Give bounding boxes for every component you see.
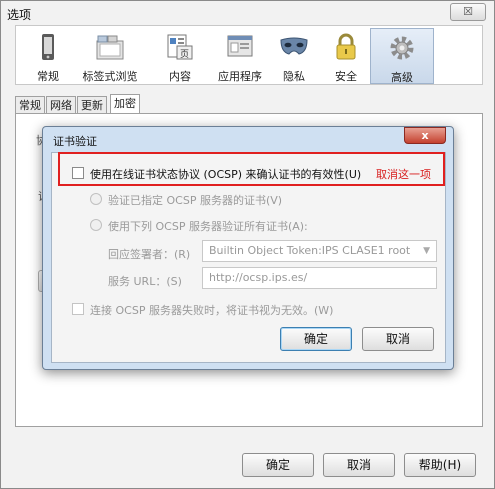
dialog-cancel-button[interactable]: 取消	[362, 327, 434, 351]
tabs-icon	[95, 32, 125, 62]
dialog-title: 证书验证	[53, 135, 97, 148]
category-toolbar: 常规 标签式浏览 页 内容 应用程序 隐私 安全 高级	[15, 25, 483, 85]
category-tabs[interactable]: 标签式浏览	[78, 28, 142, 84]
category-advanced[interactable]: 高级	[370, 28, 434, 84]
window-close-button[interactable]: ☒	[450, 3, 486, 21]
annotation-label: 取消这一项	[376, 168, 431, 181]
applications-icon	[225, 32, 255, 62]
tab-encryption[interactable]: 加密	[110, 94, 140, 114]
tab-general[interactable]: 常规	[15, 96, 45, 114]
dialog-ok-button[interactable]: 确定	[280, 327, 352, 351]
gear-icon	[387, 33, 417, 63]
tab-network[interactable]: 网络	[46, 96, 76, 114]
dialog-close-button[interactable]: x	[404, 127, 446, 144]
fail-invalid-label[interactable]: 连接 OCSP 服务器失败时，将证书视为无效。(W)	[90, 302, 333, 318]
radio-all-certificates[interactable]	[90, 219, 102, 231]
window-title: 选项	[7, 8, 32, 22]
help-button[interactable]: 帮助(H)	[404, 453, 476, 477]
category-general[interactable]: 常规	[16, 28, 80, 84]
tab-update[interactable]: 更新	[77, 96, 107, 114]
phone-icon	[33, 32, 63, 62]
radio-specified-servers[interactable]	[90, 193, 102, 205]
cancel-button[interactable]: 取消	[323, 453, 395, 477]
ok-button[interactable]: 确定	[242, 453, 314, 477]
responder-label: 回应签署者：(R)	[108, 248, 191, 261]
responder-select[interactable]: Builtin Object Token:IPS CLASE1 root ▼	[202, 240, 437, 262]
lock-icon	[331, 32, 361, 62]
mask-icon	[279, 32, 309, 62]
service-url-input[interactable]: http://ocsp.ips.es/	[202, 267, 437, 289]
category-content[interactable]: 页 内容	[148, 28, 212, 84]
content-icon: 页	[165, 32, 195, 62]
svg-text:页: 页	[180, 49, 189, 60]
radio-specified-label[interactable]: 验证已指定 OCSP 服务器的证书(V)	[108, 192, 282, 208]
category-security[interactable]: 安全	[314, 28, 378, 84]
fail-invalid-checkbox[interactable]	[72, 303, 84, 315]
service-url-label: 服务 URL：(S)	[108, 275, 182, 288]
radio-all-label[interactable]: 使用下列 OCSP 服务器验证所有证书(A):	[108, 218, 308, 234]
chevron-down-icon: ▼	[423, 246, 430, 256]
